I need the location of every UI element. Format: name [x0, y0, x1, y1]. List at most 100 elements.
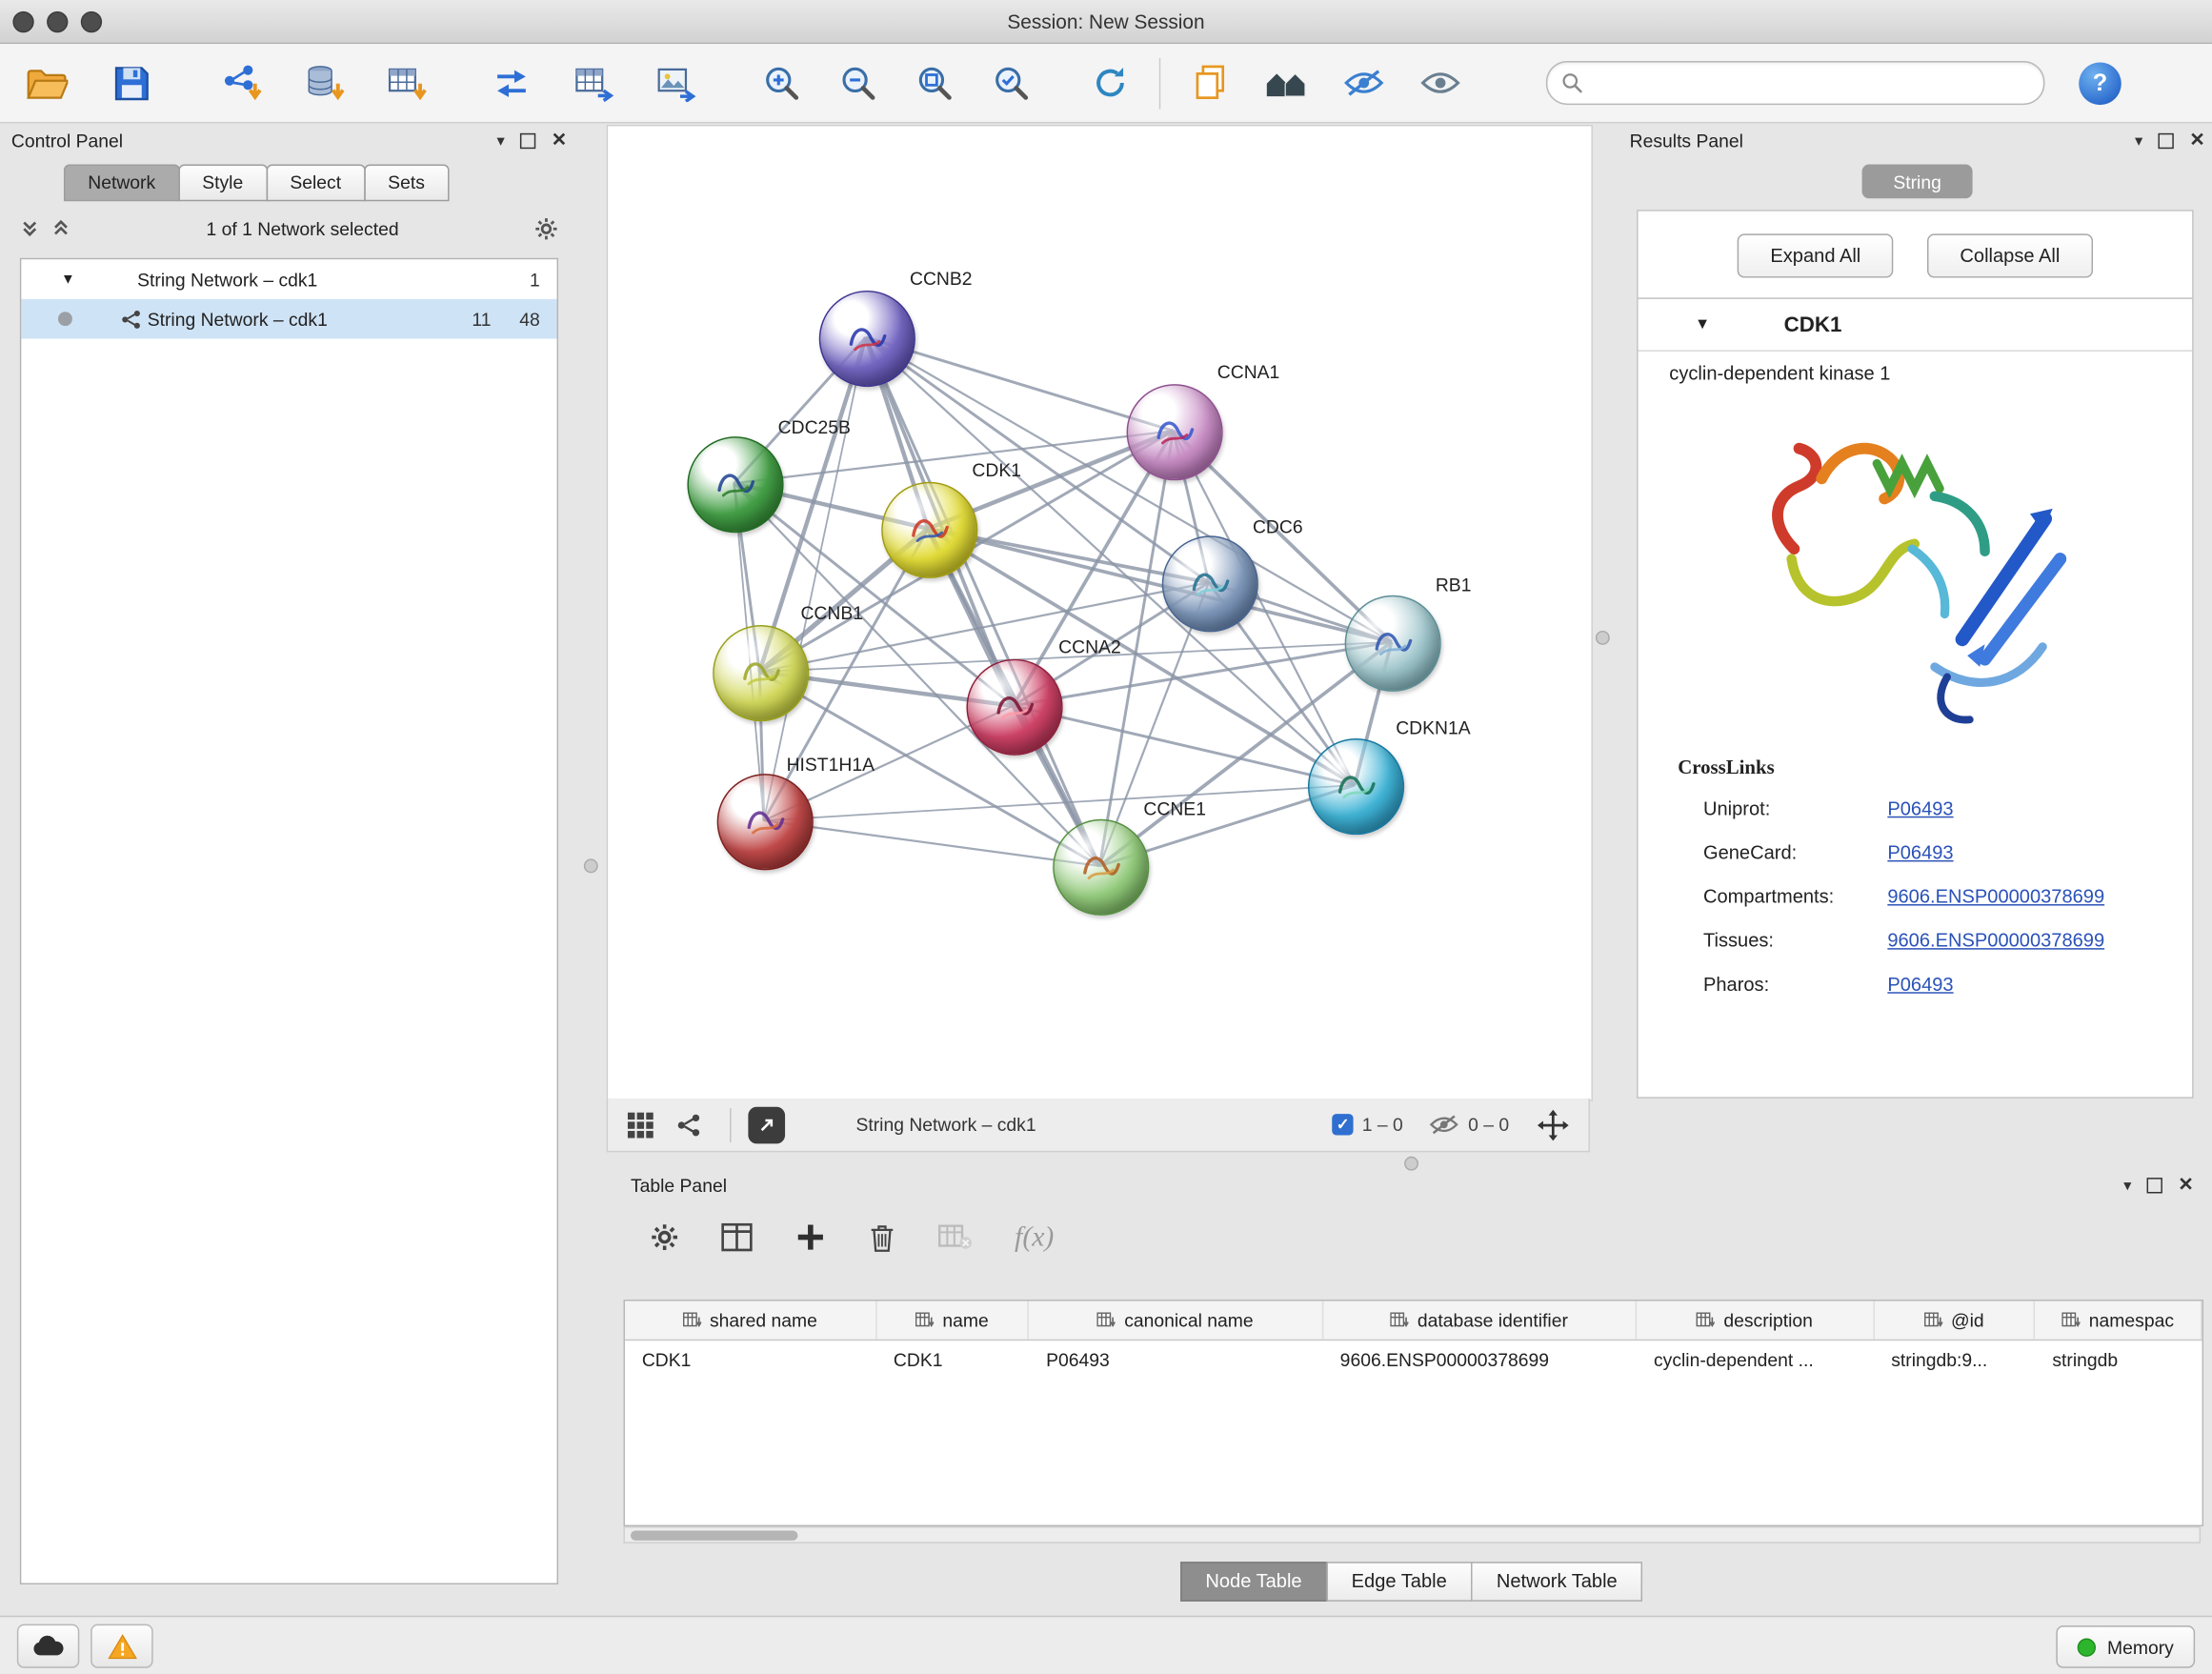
- tab-style[interactable]: Style: [178, 165, 268, 202]
- column-header-canonical-name[interactable]: canonical name: [1029, 1301, 1323, 1340]
- float-panel-icon[interactable]: ▾: [496, 131, 504, 150]
- show-columns-button[interactable]: [721, 1223, 753, 1252]
- network-node-ccna1[interactable]: [1127, 384, 1223, 480]
- entry-collapse-icon[interactable]: ▼: [1695, 316, 1710, 333]
- toolbar-search[interactable]: [1546, 61, 2045, 105]
- close-panel-icon[interactable]: ✕: [2178, 1174, 2193, 1197]
- memory-button[interactable]: Memory: [2056, 1625, 2195, 1668]
- table-horizontal-scrollbar[interactable]: [624, 1526, 2202, 1543]
- add-column-button[interactable]: [794, 1221, 826, 1253]
- import-table-button[interactable]: [383, 59, 432, 108]
- column-header-label: description: [1723, 1309, 1813, 1330]
- network-item-row[interactable]: String Network – cdk1 11 48: [21, 299, 556, 339]
- column-header-namespac[interactable]: namespac: [2035, 1301, 2202, 1340]
- collapse-all-icon[interactable]: [20, 218, 40, 238]
- warnings-button[interactable]: [90, 1624, 152, 1668]
- column-header-label: @id: [1951, 1309, 1984, 1330]
- crosslink-link[interactable]: 9606.ENSP00000378699: [1887, 886, 2104, 907]
- column-header-label: database identifier: [1418, 1309, 1568, 1330]
- export-image-button[interactable]: [652, 59, 700, 108]
- expand-all-button[interactable]: Expand All: [1738, 233, 1893, 277]
- close-panel-icon[interactable]: ✕: [2189, 129, 2204, 151]
- tab-sets[interactable]: Sets: [364, 165, 449, 202]
- crosslink-link[interactable]: 9606.ENSP00000378699: [1887, 930, 2104, 951]
- float-panel-icon[interactable]: ▾: [2123, 1176, 2131, 1194]
- crosslink-link[interactable]: P06493: [1887, 797, 1953, 818]
- search-input[interactable]: [1591, 71, 2029, 94]
- collapse-all-button[interactable]: Collapse All: [1927, 233, 2092, 277]
- export-table-button[interactable]: [570, 59, 618, 108]
- crosslink-link[interactable]: P06493: [1887, 974, 1953, 995]
- table-settings-gear-icon[interactable]: [651, 1223, 679, 1252]
- open-in-new-button[interactable]: [748, 1106, 785, 1143]
- delete-column-button[interactable]: [869, 1222, 895, 1252]
- dock-panel-icon[interactable]: [2159, 132, 2174, 148]
- network-node-rb1[interactable]: [1345, 595, 1441, 692]
- network-edge[interactable]: [764, 820, 1100, 866]
- dock-panel-icon[interactable]: [2147, 1177, 2162, 1192]
- network-node-cdkn1a[interactable]: [1308, 738, 1404, 835]
- tab-network-table[interactable]: Network Table: [1471, 1562, 1642, 1602]
- network-edge[interactable]: [1014, 706, 1355, 785]
- column-header-description[interactable]: description: [1637, 1301, 1874, 1340]
- protein-thumbnail-icon: [988, 680, 1042, 735]
- birds-eye-view-button[interactable]: [616, 1100, 665, 1149]
- table-header-row: shared namenamecanonical name database id…: [625, 1301, 2202, 1341]
- tab-network[interactable]: Network: [64, 165, 180, 202]
- column-header--id[interactable]: @id: [1874, 1301, 2035, 1340]
- houses-button[interactable]: [1262, 59, 1311, 108]
- network-node-ccna2[interactable]: [966, 659, 1062, 756]
- network-node-cdc25b[interactable]: [687, 436, 783, 533]
- duplicate-network-button[interactable]: [1186, 59, 1235, 108]
- column-header-database-identifier[interactable]: database identifier: [1323, 1301, 1637, 1340]
- export-network-button[interactable]: [488, 59, 536, 108]
- import-network-file-button[interactable]: [218, 59, 267, 108]
- network-node-cdc6[interactable]: [1162, 535, 1258, 632]
- help-button[interactable]: ?: [2079, 62, 2122, 105]
- network-node-ccnb2[interactable]: [819, 291, 915, 387]
- open-session-button[interactable]: [23, 59, 71, 108]
- network-node-label-ccna1: CCNA1: [1217, 361, 1280, 382]
- network-node-ccne1[interactable]: [1053, 819, 1149, 916]
- column-header-name[interactable]: name: [876, 1301, 1029, 1340]
- dock-panel-icon[interactable]: [520, 132, 535, 148]
- horizontal-splitter-handle[interactable]: [1404, 1157, 1418, 1171]
- zoom-out-button[interactable]: [834, 59, 882, 108]
- selected-checkbox-icon[interactable]: ✓: [1332, 1114, 1353, 1135]
- zoom-fit-button[interactable]: [910, 59, 958, 108]
- hide-selected-button[interactable]: [1339, 59, 1388, 108]
- close-panel-icon[interactable]: ✕: [552, 129, 567, 151]
- network-node-hist1h1a[interactable]: [717, 774, 814, 870]
- left-splitter-handle[interactable]: [584, 858, 598, 873]
- network-edge[interactable]: [866, 337, 1099, 866]
- right-splitter-handle[interactable]: [1596, 631, 1610, 645]
- network-canvas[interactable]: CCNB2CCNA1CDC25BCDK1CDC6RB1CCNB1CCNA2CDK…: [607, 125, 1593, 1101]
- network-edge[interactable]: [764, 337, 866, 820]
- import-network-database-button[interactable]: [300, 59, 349, 108]
- network-collection-row[interactable]: ▼ String Network – cdk1 1: [21, 259, 556, 299]
- network-options-gear-icon[interactable]: [534, 216, 558, 240]
- network-share-button[interactable]: [665, 1100, 714, 1149]
- zoom-in-button[interactable]: [756, 59, 805, 108]
- save-session-button[interactable]: [108, 59, 156, 108]
- show-all-button[interactable]: [1416, 59, 1464, 108]
- zoom-selected-button[interactable]: [986, 59, 1035, 108]
- crosslink-link[interactable]: P06493: [1887, 842, 1953, 863]
- expand-all-icon[interactable]: [51, 218, 71, 238]
- column-header-shared-name[interactable]: shared name: [625, 1301, 876, 1340]
- table-row[interactable]: CDK1CDK1P064939606.ENSP00000378699cyclin…: [625, 1341, 2202, 1379]
- refresh-view-button[interactable]: [1085, 59, 1134, 108]
- network-node-cdk1[interactable]: [881, 482, 977, 578]
- tab-string[interactable]: String: [1862, 165, 1973, 199]
- cloud-status-button[interactable]: [17, 1624, 79, 1668]
- tab-node-table[interactable]: Node Table: [1180, 1562, 1328, 1602]
- float-panel-icon[interactable]: ▾: [2135, 131, 2142, 150]
- pan-mode-button[interactable]: [1535, 1106, 1572, 1143]
- protein-entry-header[interactable]: ▼ CDK1: [1639, 299, 2193, 352]
- scrollbar-thumb[interactable]: [631, 1531, 798, 1541]
- protein-thumbnail-icon: [709, 457, 763, 512]
- network-node-ccnb1[interactable]: [713, 625, 809, 721]
- tab-edge-table[interactable]: Edge Table: [1326, 1562, 1473, 1602]
- collection-expander-icon[interactable]: ▼: [61, 272, 75, 287]
- tab-select[interactable]: Select: [266, 165, 365, 202]
